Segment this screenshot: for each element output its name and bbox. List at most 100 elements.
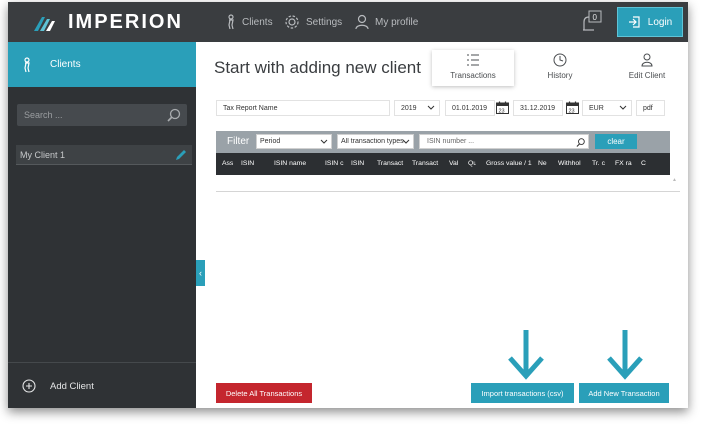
- calendar-icon: 23: [566, 101, 579, 115]
- format-select[interactable]: pdf: [636, 100, 665, 116]
- chevron-down-icon: [619, 105, 627, 110]
- tab-label: Edit Client: [628, 71, 666, 80]
- search-icon[interactable]: [167, 108, 181, 122]
- year-select[interactable]: 2019: [394, 100, 440, 116]
- column-header[interactable]: Transact: [377, 160, 405, 167]
- column-header[interactable]: Ass: [222, 160, 234, 167]
- top-bar: IMPERION Clients Settings My profile 0 L…: [8, 2, 688, 42]
- notification-icon: 0: [583, 10, 602, 31]
- user-icon: [355, 14, 369, 30]
- nav-settings[interactable]: Settings: [284, 14, 342, 30]
- list-icon: [467, 54, 479, 66]
- notification-count: 0: [593, 13, 598, 22]
- calendar-day: 23: [569, 109, 575, 115]
- column-header[interactable]: Qu: [468, 160, 476, 167]
- column-header[interactable]: C: [641, 160, 649, 167]
- user-edit-icon: [641, 53, 653, 67]
- nav-clients-label: Clients: [242, 16, 273, 28]
- delete-all-transactions-button[interactable]: Delete All Transactions: [216, 383, 312, 403]
- nav-clients[interactable]: Clients: [226, 14, 273, 30]
- report-name-input[interactable]: Tax Report Name: [216, 100, 390, 116]
- period-value: Period: [260, 138, 281, 145]
- tab-history[interactable]: History: [519, 50, 601, 86]
- sidebar-item-clients[interactable]: Clients: [8, 42, 196, 87]
- date-to-calendar[interactable]: 23: [566, 101, 579, 119]
- chevron-down-icon: [427, 105, 435, 110]
- chevron-down-icon: [402, 139, 410, 144]
- import-transactions-button[interactable]: Import transactions (csv): [471, 383, 574, 403]
- tab-label: Transactions: [450, 71, 496, 80]
- isin-search-input[interactable]: ISIN number ...: [419, 134, 589, 149]
- scroll-up-arrow-icon[interactable]: ▲: [672, 177, 677, 183]
- column-header[interactable]: Val: [449, 160, 461, 167]
- clock-icon: [553, 53, 567, 67]
- clear-filter-button[interactable]: clear: [595, 134, 637, 149]
- sidebar: Clients Search ... My Client 1 Add Clien…: [8, 42, 196, 408]
- column-header[interactable]: FX ra: [615, 160, 633, 167]
- isin-placeholder: ISIN number ...: [427, 138, 475, 145]
- nav-profile[interactable]: My profile: [355, 14, 418, 30]
- client-name: My Client 1: [20, 149, 66, 160]
- add-client-label: Add Client: [50, 380, 94, 392]
- nav-settings-label: Settings: [306, 16, 343, 28]
- transaction-type-value: All transaction types: [341, 138, 404, 145]
- transactions-table-body: [216, 175, 680, 192]
- nav-profile-label: My profile: [375, 16, 419, 28]
- year-value: 2019: [401, 104, 417, 112]
- app-window: IMPERION Clients Settings My profile 0 L…: [8, 2, 688, 408]
- column-header[interactable]: Withhol: [558, 160, 586, 167]
- filter-label: Filter: [227, 136, 250, 147]
- column-header[interactable]: Ne: [538, 160, 548, 167]
- column-header[interactable]: Transact: [412, 160, 440, 167]
- brand-logo[interactable]: IMPERION: [34, 11, 183, 34]
- transaction-type-select[interactable]: All transaction types: [337, 134, 414, 149]
- currency-select[interactable]: EUR: [582, 100, 632, 116]
- plus-circle-icon: [22, 379, 36, 393]
- calendar-icon: 23: [496, 101, 509, 115]
- format-value: pdf: [643, 104, 653, 112]
- tab-label: History: [547, 71, 573, 80]
- brand-name: IMPERION: [68, 11, 183, 33]
- tab-edit-client[interactable]: Edit Client: [606, 50, 688, 86]
- arrow-down-icon: [607, 330, 643, 380]
- login-button[interactable]: Login: [617, 7, 683, 37]
- client-search-input[interactable]: Search ...: [17, 104, 187, 126]
- notifications[interactable]: 0: [582, 10, 602, 37]
- client-list-item[interactable]: My Client 1: [16, 145, 192, 165]
- date-from-input[interactable]: 01.01.2019: [445, 100, 495, 116]
- currency-value: EUR: [589, 104, 604, 112]
- search-icon[interactable]: [576, 138, 585, 147]
- column-header[interactable]: ISIN c: [325, 160, 347, 167]
- pencil-icon[interactable]: [175, 149, 187, 161]
- column-header[interactable]: Tr. c: [592, 160, 608, 167]
- person-icon: [24, 56, 30, 72]
- column-header[interactable]: ISIN name: [274, 160, 314, 167]
- date-to-input[interactable]: 31.12.2019: [513, 100, 563, 116]
- column-header[interactable]: ISIN: [351, 160, 371, 167]
- calendar-day: 23: [499, 109, 505, 115]
- sidebar-collapse-toggle[interactable]: ‹: [196, 260, 205, 286]
- add-client-button[interactable]: Add Client: [8, 362, 196, 408]
- date-from-value: 01.01.2019: [452, 104, 488, 112]
- page-title: Start with adding new client: [214, 58, 421, 77]
- login-icon: [628, 16, 640, 28]
- arrow-down-icon: [508, 330, 544, 380]
- chevron-left-icon: ‹: [199, 268, 202, 278]
- chevron-down-icon: [320, 139, 328, 144]
- login-label: Login: [647, 16, 673, 28]
- sidebar-item-label: Clients: [50, 59, 81, 70]
- transactions-table-header: Ass ISIN ISIN name ISIN c ISIN Transact …: [216, 153, 670, 175]
- imperion-logo-icon: [34, 16, 55, 31]
- filter-bar: Filter Period All transaction types ISIN…: [216, 131, 670, 153]
- person-icon: [228, 14, 234, 30]
- tab-transactions[interactable]: Transactions: [432, 50, 514, 86]
- add-new-transaction-button[interactable]: Add New Transaction: [579, 383, 669, 403]
- date-to-value: 31.12.2019: [520, 104, 556, 112]
- period-select[interactable]: Period: [256, 134, 332, 149]
- report-name-value: Tax Report Name: [223, 104, 278, 112]
- date-from-calendar[interactable]: 23: [496, 101, 509, 119]
- gear-icon: [285, 15, 299, 29]
- column-header[interactable]: Gross value / 1: [486, 160, 534, 167]
- column-header[interactable]: ISIN: [241, 160, 263, 167]
- search-placeholder: Search ...: [24, 110, 63, 120]
